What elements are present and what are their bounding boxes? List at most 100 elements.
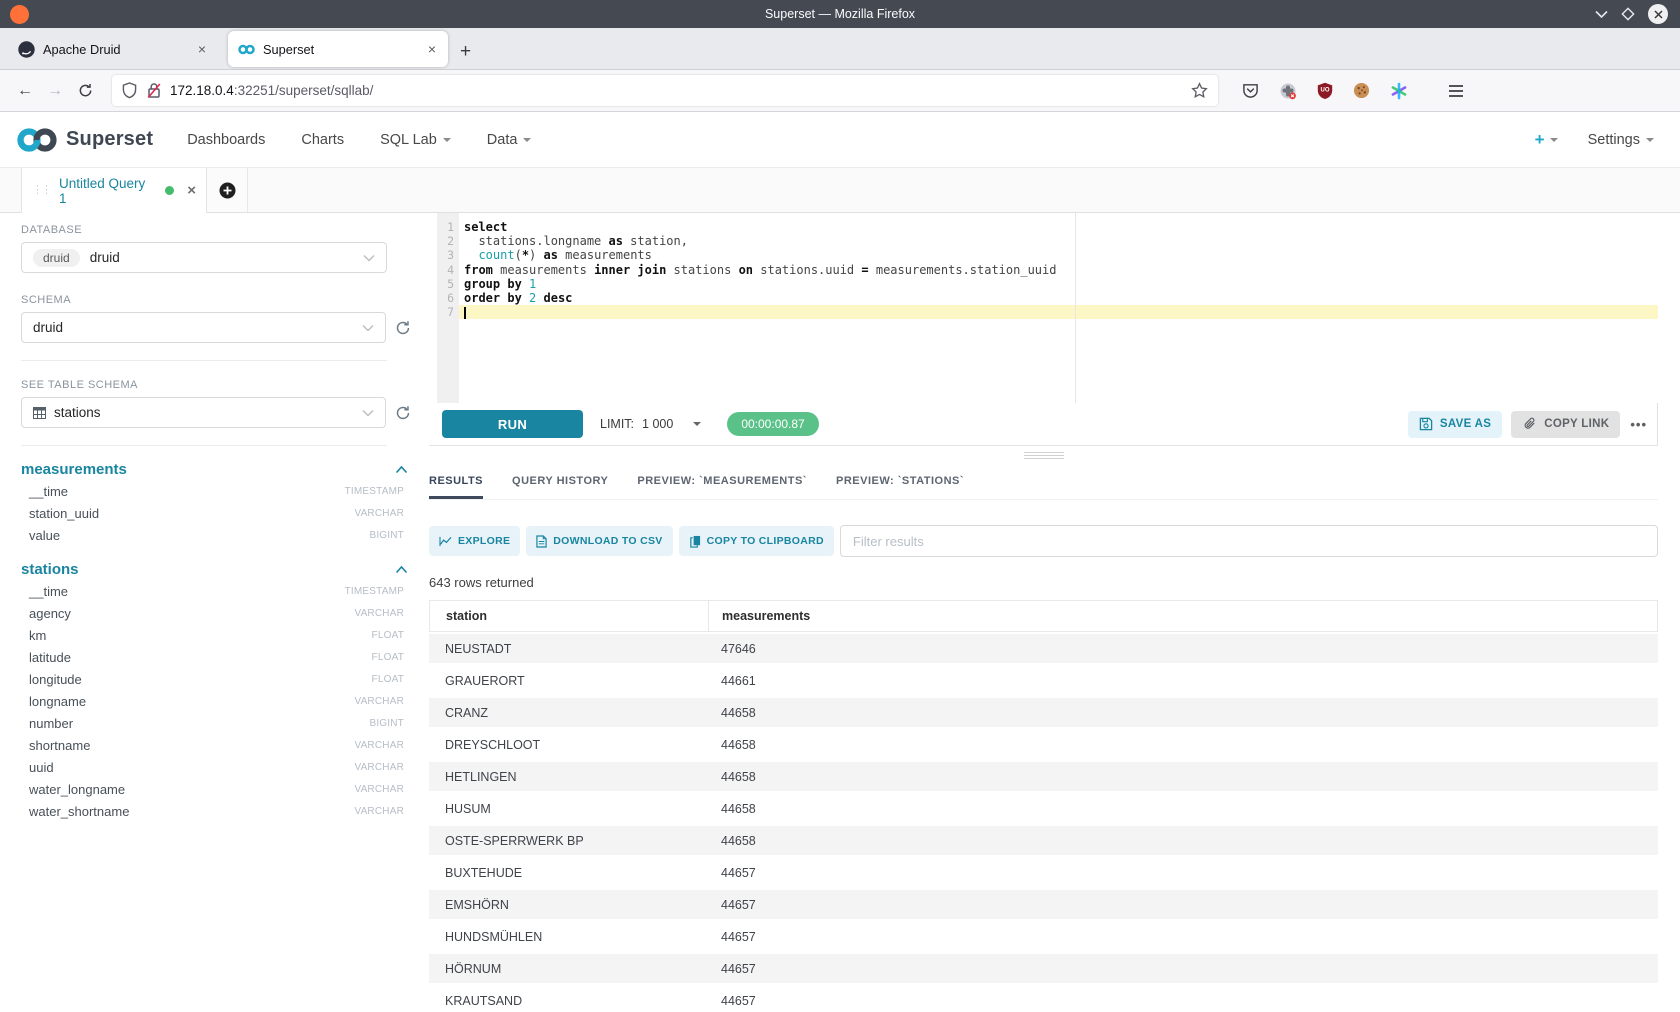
database-select[interactable]: druid druid <box>21 242 387 273</box>
table-row[interactable]: HUSUM44658 <box>429 794 1658 823</box>
file-icon <box>536 535 547 548</box>
add-query-tab-button[interactable] <box>207 168 248 212</box>
extension-blocked-icon[interactable] <box>1279 82 1297 100</box>
run-button[interactable]: RUN <box>442 410 583 438</box>
refresh-tables-icon[interactable] <box>395 405 411 421</box>
code-line[interactable]: select <box>459 220 1658 234</box>
column-header-station[interactable]: station <box>430 601 708 631</box>
schema-select[interactable]: druid <box>21 312 386 343</box>
forward-button[interactable]: → <box>40 82 70 100</box>
column-row: __timeTIMESTAMP <box>21 480 411 502</box>
table-select[interactable]: stations <box>21 397 386 428</box>
download-csv-button[interactable]: DOWNLOAD TO CSV <box>526 526 672 556</box>
table-row[interactable]: HETLINGEN44658 <box>429 762 1658 791</box>
drag-handle-icon[interactable]: ⋮⋮ <box>32 185 50 196</box>
column-row: numberBIGINT <box>21 712 411 734</box>
divider <box>21 445 387 446</box>
table-row[interactable]: GRAUERORT44661 <box>429 666 1658 695</box>
table-row[interactable]: NEUSTADT47646 <box>429 634 1658 663</box>
table-row[interactable]: HÖRNUM44657 <box>429 954 1658 983</box>
editor-code[interactable]: select stations.longname as station, cou… <box>459 213 1658 403</box>
query-tab-close-icon[interactable]: × <box>187 182 196 199</box>
table-row[interactable]: BUXTEHUDE44657 <box>429 858 1658 887</box>
bookmark-star-icon[interactable] <box>1191 82 1208 99</box>
ublock-icon[interactable]: UO <box>1317 82 1333 99</box>
chevron-down-icon <box>1550 138 1558 142</box>
resize-handle[interactable] <box>429 446 1658 465</box>
code-line[interactable]: order by 2 desc <box>459 291 1658 305</box>
nav-dashboards[interactable]: Dashboards <box>187 132 265 148</box>
table-schema-label: SEE TABLE SCHEMA <box>21 379 411 391</box>
code-line[interactable]: count(*) as measurements <box>459 248 1658 262</box>
schema-table-header[interactable]: stations <box>21 558 411 580</box>
results-table: station measurements NEUSTADT47646 GRAUER… <box>429 600 1658 1012</box>
lock-insecure-icon[interactable] <box>147 82 161 99</box>
new-tab-button[interactable]: + <box>460 42 471 61</box>
collapse-icon[interactable] <box>395 465 408 474</box>
explore-button[interactable]: EXPLORE <box>429 526 520 556</box>
url-bar[interactable]: 172.18.0.4:32251/superset/sqllab/ <box>112 75 1218 106</box>
code-line[interactable]: stations.longname as station, <box>459 234 1658 248</box>
table-row[interactable]: KRAUTSAND44657 <box>429 986 1658 1012</box>
cell-station: BUXTEHUDE <box>429 866 707 880</box>
code-line[interactable]: from measurements inner join stations on… <box>459 263 1658 277</box>
results-table-header[interactable]: station measurements <box>429 600 1658 632</box>
code-line[interactable] <box>459 305 1658 319</box>
column-row: water_longnameVARCHAR <box>21 778 411 800</box>
column-row: station_uuidVARCHAR <box>21 502 411 524</box>
filter-results-input[interactable] <box>840 525 1658 557</box>
nav-data[interactable]: Data <box>487 132 532 148</box>
table-row[interactable]: OSTE-SPERRWERK BP44658 <box>429 826 1658 855</box>
superset-navbar: Superset Dashboards Charts SQL Lab Data … <box>0 112 1680 168</box>
superset-logo[interactable]: Superset <box>16 127 153 153</box>
refresh-schemas-icon[interactable] <box>395 320 411 336</box>
browser-tab-superset[interactable]: Superset × <box>228 31 448 67</box>
results-tab-query-history[interactable]: QUERY HISTORY <box>512 465 608 499</box>
limit-dropdown-icon[interactable] <box>693 422 701 426</box>
table-row[interactable]: EMSHÖRN44657 <box>429 890 1658 919</box>
sql-editor[interactable]: 1234567 select stations.longname as stat… <box>437 213 1658 403</box>
code-line[interactable]: group by 1 <box>459 277 1658 291</box>
collapse-icon[interactable] <box>395 565 408 574</box>
schema-table-header[interactable]: measurements <box>21 458 411 480</box>
tab-close-icon[interactable]: × <box>196 41 208 57</box>
print-margin <box>1075 213 1076 403</box>
cookie-icon[interactable] <box>1353 82 1370 99</box>
multi-account-icon[interactable] <box>1390 82 1408 100</box>
settings-menu[interactable]: Settings <box>1588 132 1654 148</box>
brand-name: Superset <box>66 128 153 151</box>
table-row[interactable]: DREYSCHLOOT44658 <box>429 730 1658 759</box>
rows-returned-label: 643 rows returned <box>429 575 1658 591</box>
nav-sql-lab[interactable]: SQL Lab <box>380 132 451 148</box>
browser-tab-druid[interactable]: Apache Druid × <box>8 31 218 67</box>
query-status-dot <box>165 186 174 195</box>
column-name: value <box>29 528 60 543</box>
column-header-measurements[interactable]: measurements <box>708 601 1657 631</box>
new-item-button[interactable]: + <box>1535 130 1558 150</box>
window-minimize-icon[interactable] <box>1595 10 1608 18</box>
results-tab-preview-3[interactable]: PREVIEW: `STATIONS` <box>836 465 964 499</box>
table-row[interactable]: CRANZ44658 <box>429 698 1658 727</box>
copy-clipboard-button[interactable]: COPY TO CLIPBOARD <box>679 526 834 556</box>
menu-icon[interactable] <box>1448 84 1464 98</box>
more-actions-button[interactable]: ••• <box>1630 417 1647 432</box>
results-tab-preview-2[interactable]: PREVIEW: `MEASUREMENTS` <box>637 465 807 499</box>
window-maximize-icon[interactable] <box>1621 7 1635 21</box>
pocket-icon[interactable] <box>1242 82 1259 99</box>
shield-icon[interactable] <box>122 82 137 99</box>
superset-logo-icon <box>16 127 58 153</box>
table-row[interactable]: HUNDSMÜHLEN44657 <box>429 922 1658 951</box>
tab-close-icon[interactable]: × <box>426 41 438 57</box>
window-close-icon[interactable] <box>1648 4 1668 24</box>
back-button[interactable]: ← <box>10 82 40 100</box>
limit-value[interactable]: 1 000 <box>642 417 673 431</box>
reload-button[interactable] <box>70 83 100 98</box>
save-as-button[interactable]: SAVE AS <box>1408 411 1502 438</box>
cell-station: HÖRNUM <box>429 962 707 976</box>
query-tab-active[interactable]: ⋮⋮ Untitled Query 1 × <box>21 168 207 213</box>
copy-link-button[interactable]: COPY LINK <box>1511 411 1620 438</box>
results-tab-results[interactable]: RESULTS <box>429 465 483 499</box>
table-icon <box>33 407 46 419</box>
url-text[interactable]: 172.18.0.4:32251/superset/sqllab/ <box>170 83 373 98</box>
nav-charts[interactable]: Charts <box>301 132 344 148</box>
